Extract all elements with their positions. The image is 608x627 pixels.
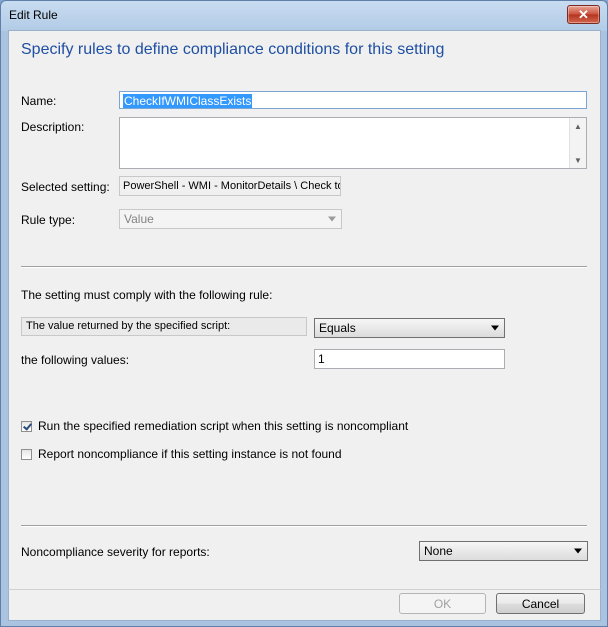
separator xyxy=(21,266,587,268)
remediation-label: Run the specified remediation script whe… xyxy=(38,419,409,433)
report-label: Report noncompliance if this setting ins… xyxy=(38,447,342,461)
rule-type-label: Rule type: xyxy=(21,213,76,227)
description-scrollbar[interactable]: ▲ ▼ xyxy=(569,118,586,168)
dialog-content: Specify rules to define compliance condi… xyxy=(8,30,601,591)
following-values-input[interactable]: 1 xyxy=(314,349,505,369)
edit-rule-dialog: Edit Rule ✕ Specify rules to define comp… xyxy=(0,0,608,627)
severity-value: None xyxy=(424,544,453,558)
separator xyxy=(21,525,587,527)
rule-type-select: Value xyxy=(119,209,342,229)
remediation-option[interactable]: Run the specified remediation script whe… xyxy=(21,419,408,433)
page-title: Specify rules to define compliance condi… xyxy=(21,41,445,58)
ok-button[interactable]: OK xyxy=(399,593,486,614)
chevron-down-icon xyxy=(491,325,499,331)
cancel-button[interactable]: Cancel xyxy=(496,593,585,614)
name-label: Name: xyxy=(21,94,57,108)
selected-setting-value: PowerShell - WMI - MonitorDetails \ Chec… xyxy=(119,176,341,196)
close-button[interactable]: ✕ xyxy=(567,5,600,24)
window-title: Edit Rule xyxy=(9,8,58,22)
operator-value: Equals xyxy=(319,321,356,335)
name-input[interactable]: CheckIfWMIClassExists xyxy=(119,91,587,109)
title-bar[interactable]: Edit Rule ✕ xyxy=(1,1,607,31)
rule-intro-text: The setting must comply with the followi… xyxy=(21,288,273,302)
scroll-down-icon[interactable]: ▼ xyxy=(570,152,586,168)
following-values-label: the following values: xyxy=(21,353,130,367)
chevron-down-icon xyxy=(574,548,582,554)
remediation-checkbox[interactable] xyxy=(21,420,32,432)
operator-select[interactable]: Equals xyxy=(314,318,505,338)
report-checkbox[interactable] xyxy=(21,448,32,460)
value-returned-label: The value returned by the specified scri… xyxy=(21,317,307,336)
severity-label: Noncompliance severity for reports: xyxy=(21,545,210,559)
scroll-up-icon[interactable]: ▲ xyxy=(570,118,586,134)
severity-select[interactable]: None xyxy=(419,541,588,561)
description-label: Description: xyxy=(21,120,85,134)
report-option[interactable]: Report noncompliance if this setting ins… xyxy=(21,447,342,461)
name-value: CheckIfWMIClassExists xyxy=(123,94,253,108)
dialog-footer: OK Cancel xyxy=(8,589,601,621)
following-values-value: 1 xyxy=(318,352,325,366)
description-input[interactable]: ▲ ▼ xyxy=(119,117,587,169)
rule-type-value: Value xyxy=(124,212,154,226)
chevron-down-icon xyxy=(328,216,336,222)
close-icon: ✕ xyxy=(578,7,589,22)
selected-setting-label: Selected setting: xyxy=(21,180,110,194)
